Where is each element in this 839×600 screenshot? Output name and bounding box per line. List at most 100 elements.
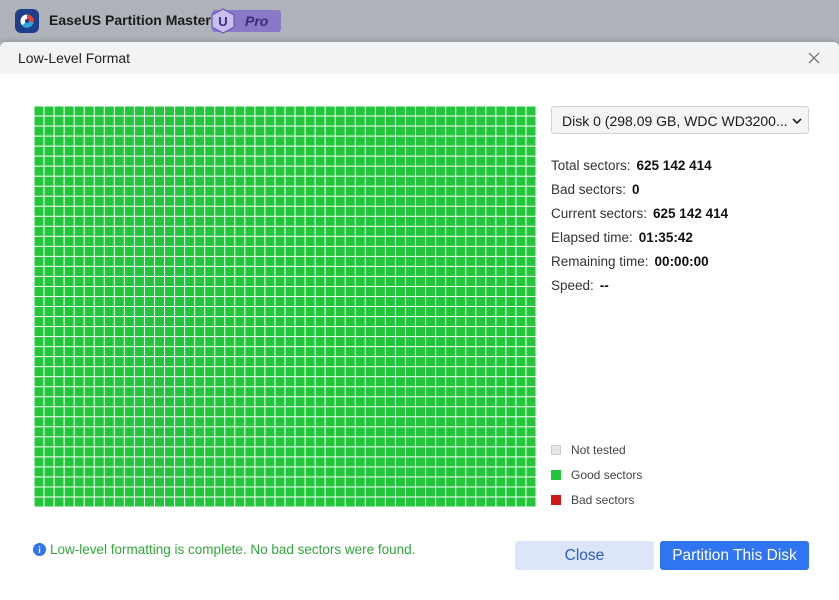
sector-cell (94, 156, 104, 166)
sector-cell (235, 126, 245, 136)
sector-cell (285, 447, 295, 457)
sector-cell (476, 377, 486, 387)
sector-cell (255, 226, 265, 236)
sector-cell (34, 296, 44, 306)
sector-cell (235, 377, 245, 387)
sector-cell (64, 216, 74, 226)
sector-cell (305, 447, 315, 457)
sector-cell (436, 447, 446, 457)
sector-cell (144, 477, 154, 487)
sector-cell (84, 236, 94, 246)
sector-cell (325, 427, 335, 437)
sector-cell (385, 367, 395, 377)
sector-cell (375, 246, 385, 256)
sector-cell (205, 477, 215, 487)
sector-cell (44, 407, 54, 417)
sector-cell (315, 467, 325, 477)
sector-cell (365, 447, 375, 457)
sector-cell (44, 317, 54, 327)
sector-cell (405, 156, 416, 166)
sector-cell (446, 216, 456, 226)
sector-cell (195, 477, 205, 487)
disk-select[interactable]: Disk 0 (298.09 GB, WDC WD3200... (551, 106, 809, 134)
sector-cell (144, 457, 154, 467)
sector-cell (426, 407, 436, 417)
sector-cell (225, 276, 235, 286)
sector-cell (165, 387, 175, 397)
close-button[interactable]: Close (515, 541, 654, 570)
sector-cell (466, 216, 476, 226)
sector-cell (375, 437, 385, 447)
sector-cell (134, 256, 144, 266)
sector-cell (426, 377, 436, 387)
sector-cell (305, 276, 315, 286)
sector-cell (205, 116, 215, 126)
sector-cell (365, 116, 375, 126)
sector-cell (486, 146, 496, 156)
sector-cell (205, 467, 215, 477)
sector-cell (84, 457, 94, 467)
sector-cell (175, 467, 185, 477)
sector-cell (436, 246, 446, 256)
sector-cell (295, 437, 305, 447)
sector-cell (134, 276, 144, 286)
sector-cell (44, 126, 54, 136)
sector-cell (315, 357, 325, 367)
sector-cell (104, 467, 114, 477)
sector-cell (215, 417, 225, 427)
sector-cell (185, 467, 195, 477)
sector-cell (295, 206, 305, 216)
sector-cell (94, 397, 104, 407)
sector-cell (54, 397, 64, 407)
sector-cell (225, 146, 235, 156)
sector-cell (64, 427, 74, 437)
sector-cell (64, 256, 74, 266)
sector-cell (375, 186, 385, 196)
sector-cell (456, 106, 466, 116)
sector-cell (476, 276, 486, 286)
sector-cell (476, 146, 486, 156)
sector-cell (195, 136, 205, 146)
sector-cell (285, 397, 295, 407)
sector-cell (486, 447, 496, 457)
sector-cell (466, 447, 476, 457)
sector-cell (395, 387, 405, 397)
sector-cell (154, 256, 165, 266)
sector-cell (265, 296, 275, 306)
sector-cell (476, 216, 486, 226)
sector-cell (325, 236, 335, 246)
close-icon[interactable] (806, 50, 822, 66)
sector-cell (395, 246, 405, 256)
sector-cell (385, 477, 395, 487)
sector-cell (185, 266, 195, 276)
sector-cell (385, 417, 395, 427)
sector-cell (175, 407, 185, 417)
sector-cell (325, 447, 335, 457)
sector-cell (205, 307, 215, 317)
sector-cell (165, 276, 175, 286)
sector-cell (74, 477, 84, 487)
sector-cell (124, 226, 134, 236)
sector-cell (365, 296, 375, 306)
partition-this-disk-button[interactable]: Partition This Disk (660, 541, 809, 570)
u-shield-icon: U (210, 8, 236, 34)
disk-select-value: Disk 0 (298.09 GB, WDC WD3200... (562, 113, 788, 129)
pro-badge[interactable]: U Pro (210, 8, 281, 34)
sector-cell (375, 397, 385, 407)
sector-cell (44, 487, 54, 497)
sector-cell (94, 206, 104, 216)
sector-cell (154, 337, 165, 347)
sector-cell (446, 437, 456, 447)
sector-cell (486, 226, 496, 236)
sector-cell (285, 377, 295, 387)
sector-cell (295, 427, 305, 437)
sector-cell (426, 367, 436, 377)
sector-cell (255, 296, 265, 306)
sector-cell (305, 256, 315, 266)
sector-cell (74, 226, 84, 236)
sector-cell (225, 487, 235, 497)
sector-cell (436, 437, 446, 447)
sector-cell (265, 206, 275, 216)
sector-cell (54, 387, 64, 397)
sector-cell (446, 337, 456, 347)
